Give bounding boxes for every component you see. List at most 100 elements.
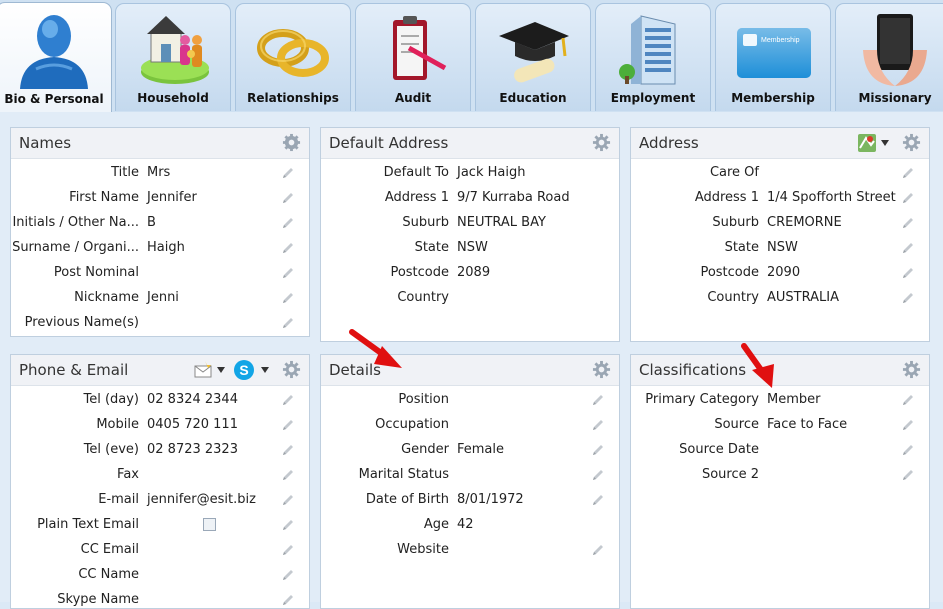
- email-icon[interactable]: [193, 360, 213, 380]
- edit-pencil-icon[interactable]: [281, 543, 295, 557]
- edit-pencil-icon[interactable]: [281, 241, 295, 255]
- edit-pencil-icon[interactable]: [281, 166, 295, 180]
- field-row: State NSW: [321, 235, 619, 260]
- field-row: Care Of: [631, 160, 929, 185]
- edit-pencil-icon[interactable]: [281, 568, 295, 582]
- tab-missionary[interactable]: Missionary: [835, 3, 943, 111]
- field-value[interactable]: Female: [457, 442, 504, 457]
- edit-pencil-icon[interactable]: [281, 316, 295, 330]
- edit-pencil-icon[interactable]: [591, 468, 605, 482]
- field-value[interactable]: 2090: [767, 265, 800, 280]
- tab-relationships[interactable]: Relationships: [235, 3, 351, 111]
- field-value[interactable]: Mrs: [147, 165, 170, 180]
- chevron-down-icon[interactable]: [261, 367, 269, 373]
- field-value[interactable]: 1/4 Spofforth Street: [767, 190, 896, 205]
- edit-pencil-icon[interactable]: [591, 443, 605, 457]
- tab-membership[interactable]: Membership Membership: [715, 3, 831, 111]
- edit-pencil-icon[interactable]: [591, 393, 605, 407]
- field-value[interactable]: NSW: [767, 240, 798, 255]
- edit-pencil-icon[interactable]: [591, 543, 605, 557]
- field-label: Occupation: [375, 417, 449, 432]
- field-value[interactable]: 2089: [457, 265, 490, 280]
- membership-card-text: Membership: [761, 37, 800, 44]
- person-icon: [20, 15, 88, 89]
- field-value[interactable]: Face to Face: [767, 417, 847, 432]
- gear-icon[interactable]: [592, 133, 611, 152]
- field-row: Date of Birth 8/01/1972: [321, 487, 619, 512]
- classifications-panel: Classifications Primary Category Member So…: [630, 354, 930, 609]
- edit-pencil-icon[interactable]: [281, 468, 295, 482]
- skype-icon[interactable]: S: [233, 359, 255, 381]
- field-value[interactable]: 02 8723 2323: [147, 442, 238, 457]
- edit-pencil-icon[interactable]: [901, 393, 915, 407]
- edit-pencil-icon[interactable]: [901, 418, 915, 432]
- edit-pencil-icon[interactable]: [281, 191, 295, 205]
- field-label: Date of Birth: [365, 492, 449, 507]
- edit-pencil-icon[interactable]: [281, 216, 295, 230]
- field-row: Address 1 9/7 Kurraba Road: [321, 185, 619, 210]
- gear-icon[interactable]: [592, 360, 611, 379]
- tab-bio-personal[interactable]: Bio & Personal: [0, 2, 112, 112]
- field-value[interactable]: Jennifer: [147, 190, 197, 205]
- field-row: Age 42: [321, 512, 619, 537]
- edit-pencil-icon[interactable]: [281, 393, 295, 407]
- edit-pencil-icon[interactable]: [901, 241, 915, 255]
- field-value[interactable]: 9/7 Kurraba Road: [457, 190, 570, 205]
- gear-icon[interactable]: [902, 360, 921, 379]
- tab-education[interactable]: Education: [475, 3, 591, 111]
- field-row: Source 2: [631, 462, 929, 487]
- field-label: Marital Status: [358, 467, 449, 482]
- edit-pencil-icon[interactable]: [281, 443, 295, 457]
- plain-text-email-checkbox[interactable]: [203, 518, 216, 531]
- field-value[interactable]: 42: [457, 517, 474, 532]
- field-value[interactable]: AUSTRALIA: [767, 290, 839, 305]
- field-value[interactable]: 8/01/1972: [457, 492, 524, 507]
- chevron-down-icon[interactable]: [881, 140, 889, 146]
- edit-pencil-icon[interactable]: [281, 593, 295, 607]
- tab-audit[interactable]: Audit: [355, 3, 471, 111]
- field-value[interactable]: Member: [767, 392, 820, 407]
- field-value[interactable]: NEUTRAL BAY: [457, 215, 546, 230]
- edit-pencil-icon[interactable]: [901, 191, 915, 205]
- field-value[interactable]: CREMORNE: [767, 215, 842, 230]
- phone-email-panel: Phone & Email S Tel (day) 02 8324 2344 Mob…: [10, 354, 310, 609]
- edit-pencil-icon[interactable]: [281, 518, 295, 532]
- field-row: Marital Status: [321, 462, 619, 487]
- field-label: Address 1: [384, 190, 449, 205]
- field-value[interactable]: Jenni: [147, 290, 179, 305]
- panel-header: Default Address: [321, 128, 619, 159]
- edit-pencil-icon[interactable]: [901, 443, 915, 457]
- edit-pencil-icon[interactable]: [901, 166, 915, 180]
- edit-pencil-icon[interactable]: [281, 493, 295, 507]
- field-value[interactable]: 0405 720 111: [147, 417, 238, 432]
- field-value[interactable]: Jack Haigh: [457, 165, 525, 180]
- gear-icon[interactable]: [282, 133, 301, 152]
- gear-icon[interactable]: [902, 133, 921, 152]
- edit-pencil-icon[interactable]: [591, 418, 605, 432]
- field-value[interactable]: NSW: [457, 240, 488, 255]
- field-value[interactable]: B: [147, 215, 156, 230]
- tab-household[interactable]: Household: [115, 3, 231, 111]
- edit-pencil-icon[interactable]: [901, 468, 915, 482]
- field-value[interactable]: jennifer@esit.biz: [147, 492, 256, 507]
- details-panel: Details Position Occupation Gender Female Ma…: [320, 354, 620, 609]
- edit-pencil-icon[interactable]: [591, 493, 605, 507]
- annotation-arrow-icon: [349, 329, 402, 368]
- field-label: Tel (eve): [83, 442, 139, 457]
- edit-pencil-icon[interactable]: [901, 216, 915, 230]
- field-row: Tel (eve) 02 8723 2323: [11, 437, 309, 462]
- field-label: Skype Name: [57, 592, 139, 607]
- edit-pencil-icon[interactable]: [901, 266, 915, 280]
- map-icon[interactable]: [857, 133, 877, 153]
- chevron-down-icon[interactable]: [217, 367, 225, 373]
- field-label: Fax: [117, 467, 139, 482]
- edit-pencil-icon[interactable]: [901, 291, 915, 305]
- edit-pencil-icon[interactable]: [281, 266, 295, 280]
- field-value[interactable]: Haigh: [147, 240, 185, 255]
- edit-pencil-icon[interactable]: [281, 418, 295, 432]
- gear-icon[interactable]: [282, 360, 301, 379]
- edit-pencil-icon[interactable]: [281, 291, 295, 305]
- tab-employment[interactable]: Employment: [595, 3, 711, 111]
- field-value[interactable]: 02 8324 2344: [147, 392, 238, 407]
- panel-title: Classifications: [639, 361, 747, 379]
